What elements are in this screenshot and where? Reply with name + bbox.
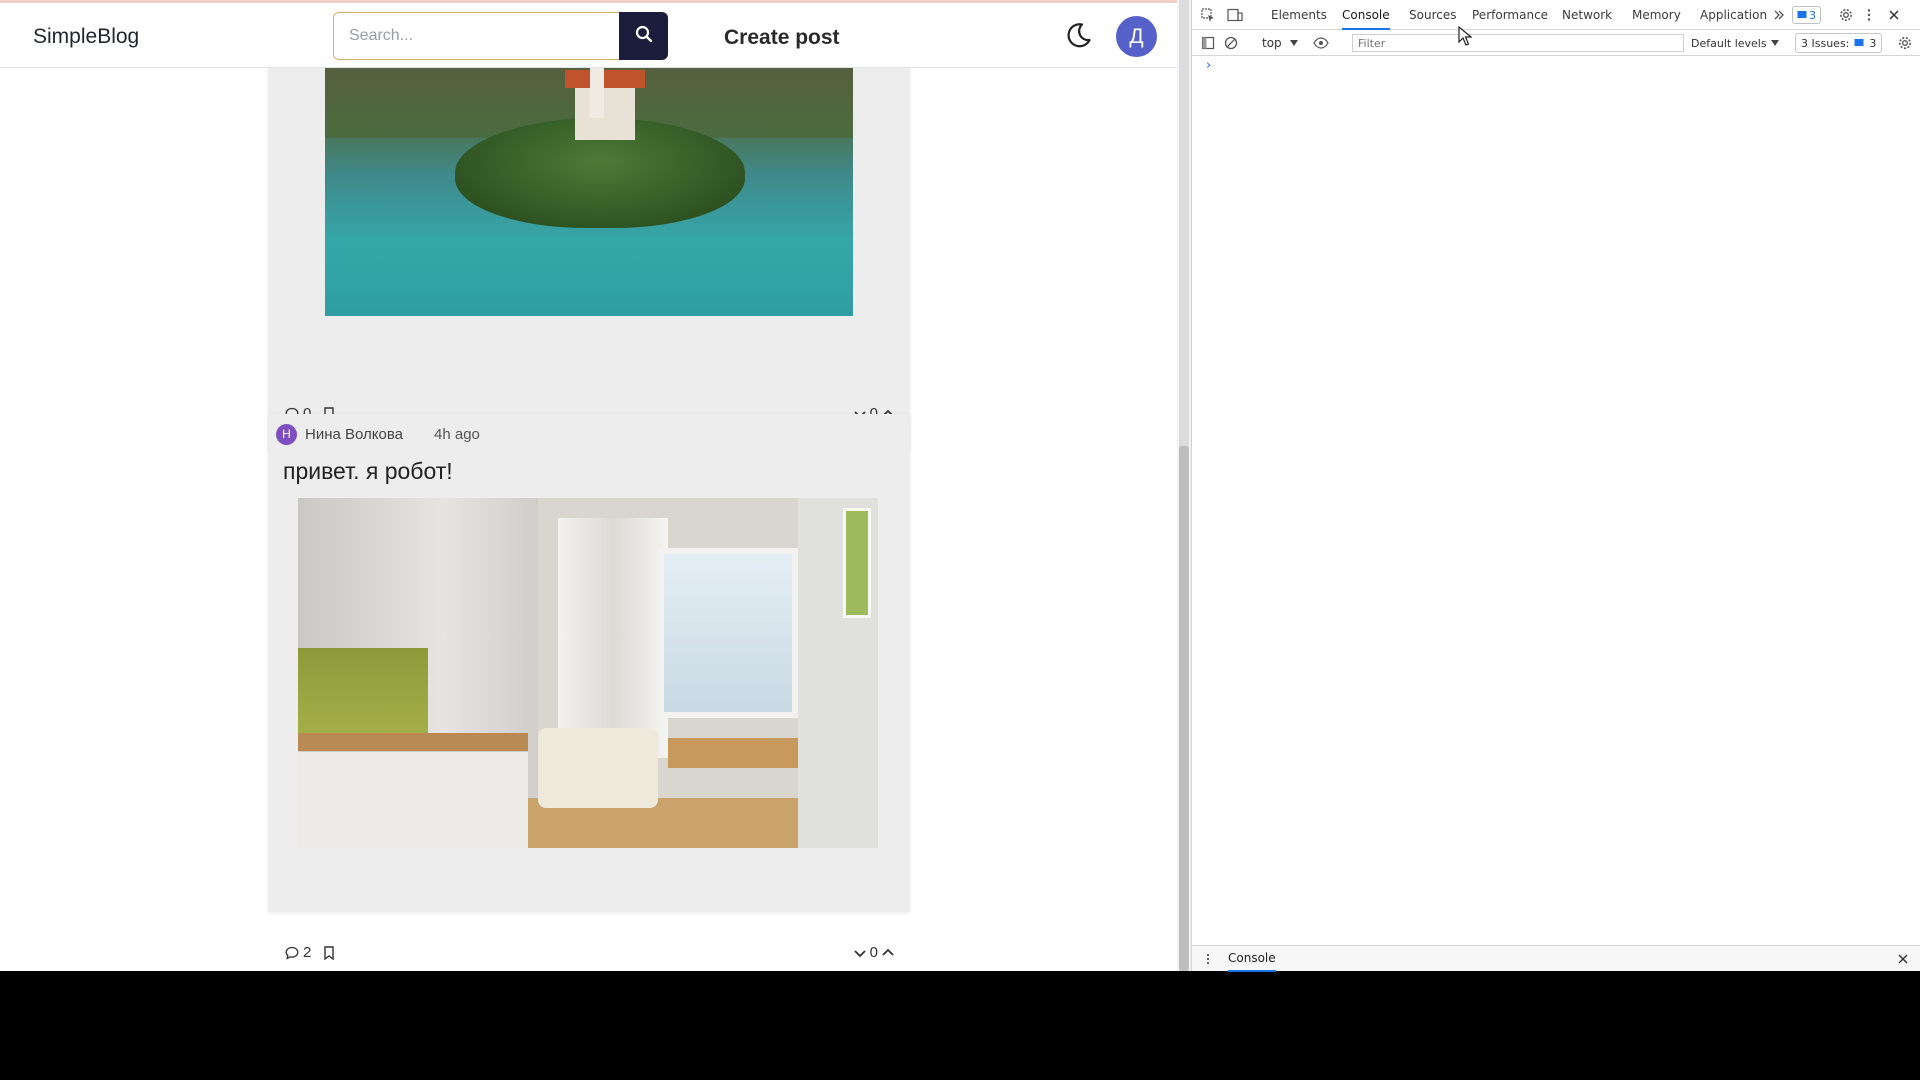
clear-console-icon[interactable] [1222, 34, 1240, 52]
image-lower-cabinets [298, 751, 528, 848]
post-title[interactable]: привет. я робот! [283, 458, 453, 485]
tab-elements[interactable]: Elements [1271, 0, 1327, 30]
settings-gear-icon[interactable] [1837, 6, 1855, 24]
scrollbar-thumb[interactable] [1179, 446, 1189, 971]
mouse-cursor-icon [1458, 25, 1473, 51]
console-output[interactable]: › [1192, 56, 1920, 945]
chevron-down-icon [1289, 40, 1298, 46]
console-filter-input[interactable] [1352, 34, 1684, 52]
chevron-down-icon [1770, 40, 1779, 46]
comment-icon[interactable] [285, 946, 299, 960]
image-window [658, 548, 798, 718]
image-church [575, 80, 635, 140]
close-devtools-icon[interactable] [1885, 6, 1903, 24]
inspect-element-icon[interactable] [1199, 6, 1217, 24]
post-meta: Н Нина Волкова 4h ago [276, 422, 480, 446]
tab-application[interactable]: Application [1700, 0, 1767, 30]
user-avatar[interactable]: Д [1116, 16, 1157, 57]
context-selector[interactable]: top [1262, 34, 1298, 52]
log-levels-dropdown[interactable]: Default levels [1691, 34, 1779, 52]
search-button[interactable] [619, 12, 668, 60]
issues-label: 3 Issues: [1801, 36, 1850, 50]
devtools-tabbar: Elements Console Sources Performance Net… [1192, 0, 1920, 30]
image-tower [590, 68, 604, 118]
author-avatar[interactable]: Н [276, 423, 297, 445]
console-toolbar: top Default levels 3 Issues: 3 [1192, 30, 1920, 56]
image-sofa [538, 728, 658, 808]
kebab-menu-icon[interactable] [1860, 6, 1878, 24]
post-image[interactable] [298, 498, 878, 848]
context-label: top [1262, 36, 1282, 50]
drawer-menu-icon[interactable] [1199, 950, 1217, 968]
issues-count: 3 [1869, 36, 1877, 50]
tab-sources[interactable]: Sources [1409, 0, 1456, 30]
console-prompt[interactable]: › [1206, 58, 1211, 73]
image-counter [298, 733, 528, 751]
tab-console[interactable]: Console [1342, 0, 1390, 30]
search-input[interactable] [333, 12, 619, 60]
post-card: Н Нина Волкова 4h ago привет. я робот! 2… [268, 414, 910, 961]
image-curtain [558, 518, 668, 758]
browser-page: 0 0 Н Нина В [0, 0, 1177, 971]
sidebar-toggle-icon[interactable] [1199, 34, 1217, 52]
devtools-panel: Elements Console Sources Performance Net… [1191, 0, 1920, 972]
image-picture [843, 508, 871, 618]
tab-performance[interactable]: Performance [1472, 0, 1548, 30]
drawer-tab-console[interactable]: Console [1228, 946, 1276, 972]
downvote-icon[interactable] [853, 946, 867, 960]
issues-button[interactable]: 3 Issues: 3 [1795, 33, 1883, 53]
vote-count: 0 [869, 944, 878, 961]
moon-icon [1065, 21, 1093, 54]
theme-toggle-button[interactable] [1062, 20, 1096, 54]
comments-count: 2 [303, 944, 312, 961]
more-tabs-icon[interactable] [1770, 6, 1788, 24]
image-table [668, 738, 818, 768]
post-footer: 2 0 [285, 944, 895, 966]
tab-network[interactable]: Network [1562, 0, 1612, 30]
brand-logo[interactable]: SimpleBlog [33, 25, 139, 49]
bookmark-icon[interactable] [323, 945, 335, 960]
tab-memory[interactable]: Memory [1632, 0, 1681, 30]
live-expression-eye-icon[interactable] [1312, 34, 1330, 52]
errors-count: 3 [1809, 8, 1816, 22]
navbar: SimpleBlog Create post Д [0, 3, 1177, 68]
search-icon [635, 25, 653, 48]
errors-badge[interactable]: 3 [1792, 6, 1821, 24]
close-drawer-icon[interactable] [1894, 950, 1912, 968]
upvote-icon[interactable] [881, 946, 895, 960]
devtools-splitter[interactable] [1177, 0, 1191, 971]
log-levels-label: Default levels [1691, 36, 1767, 50]
console-settings-gear-icon[interactable] [1896, 34, 1914, 52]
devtools-drawer: Console [1192, 945, 1920, 972]
create-post-link[interactable]: Create post [724, 26, 840, 50]
post-image[interactable] [325, 68, 853, 316]
device-toolbar-icon[interactable] [1226, 6, 1244, 24]
post-card: 0 0 [268, 58, 910, 453]
post-time: 4h ago [434, 425, 480, 443]
image-church-roof [565, 70, 645, 88]
author-name[interactable]: Нина Волкова [305, 426, 403, 443]
issue-icon [1854, 39, 1864, 46]
search-form [333, 12, 668, 60]
